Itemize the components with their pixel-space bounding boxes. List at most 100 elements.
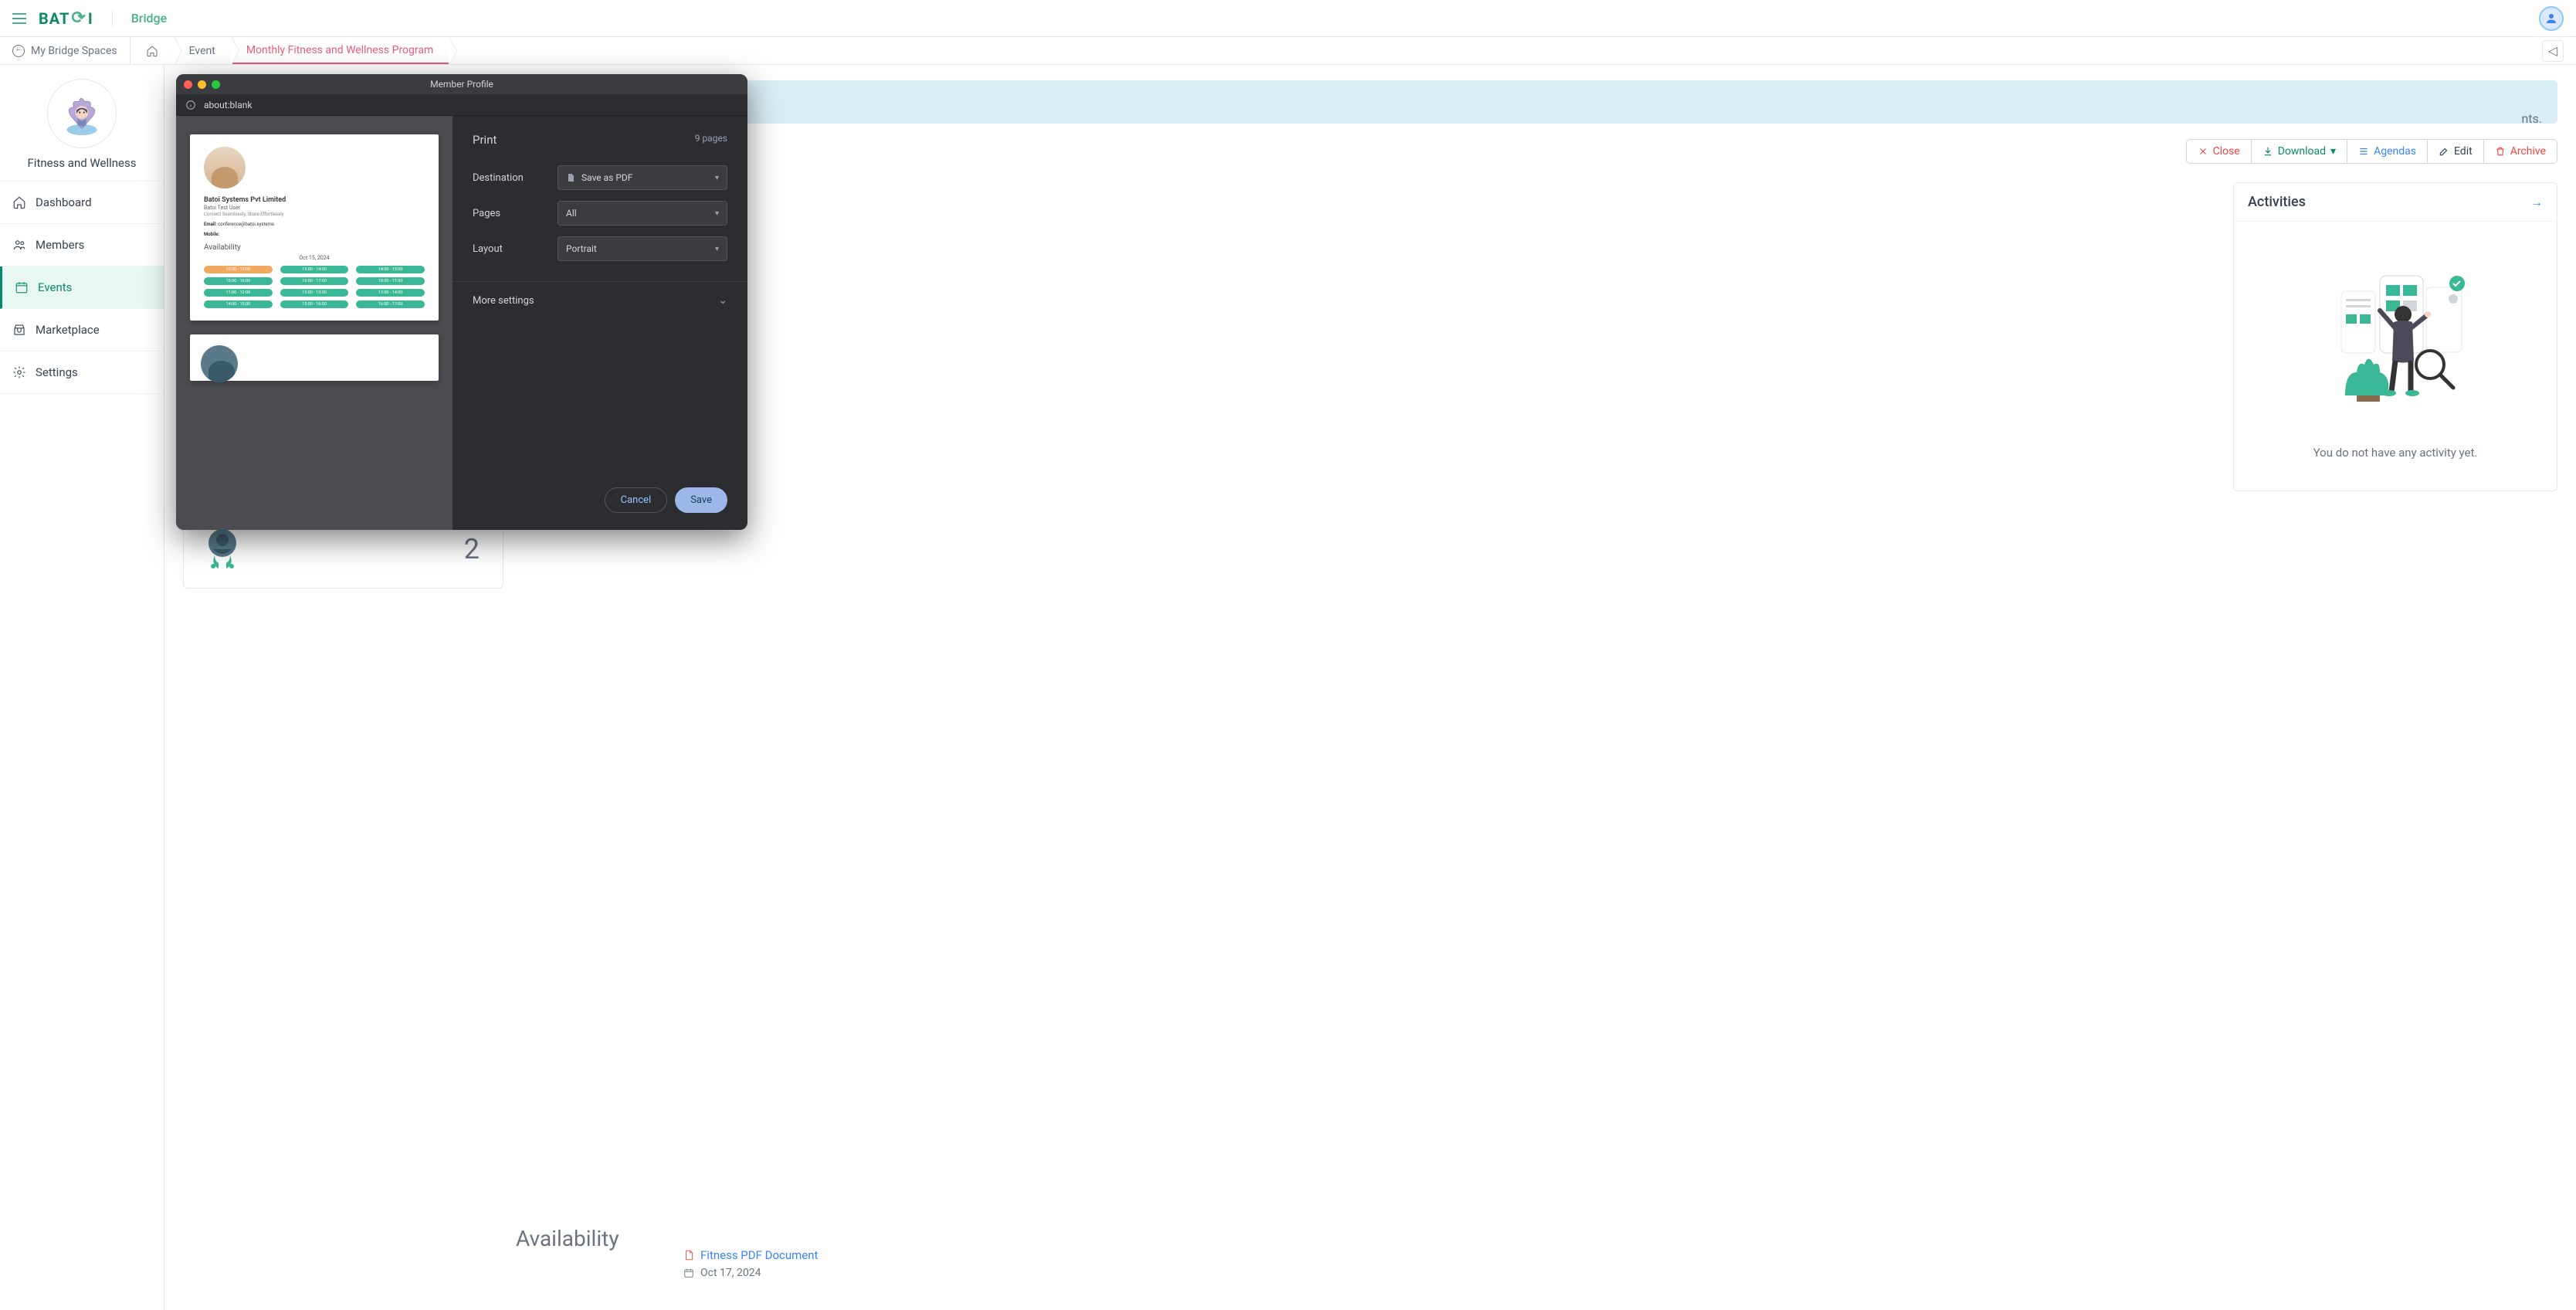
info-icon[interactable] — [185, 100, 196, 110]
calendar-icon — [683, 1268, 694, 1278]
breadcrumb-back[interactable]: My Bridge Spaces — [0, 37, 130, 64]
url-bar: about:blank — [176, 94, 747, 116]
sidebar-item-events[interactable]: Events — [0, 266, 164, 309]
list-icon — [2358, 146, 2369, 157]
time-slot: 16:00 - 17:00 — [356, 300, 425, 308]
sidebar-item-label: Settings — [36, 365, 78, 379]
window-close-icon[interactable] — [184, 80, 192, 89]
file-date: Oct 17, 2024 — [683, 1267, 818, 1279]
sidebar: Fitness and Wellness Dashboard Members E… — [0, 65, 164, 1310]
pdf-icon — [683, 1249, 694, 1261]
profile-photo — [201, 345, 238, 382]
time-slot: 10:00 - 11:00 — [356, 277, 425, 285]
edit-icon — [2439, 146, 2449, 157]
url-text: about:blank — [204, 100, 252, 110]
destination-select[interactable]: Save as PDF — [558, 165, 727, 190]
more-settings-toggle[interactable]: More settings — [473, 291, 727, 310]
card-activities: Activities → — [2233, 182, 2557, 491]
file-row: Fitness PDF Document Oct 17, 2024 — [683, 1248, 818, 1279]
window-titlebar[interactable]: Member Profile — [176, 74, 747, 94]
members-icon — [12, 238, 26, 252]
badge-icon — [199, 526, 246, 572]
activities-title: Activities — [2248, 194, 2306, 210]
space-avatar[interactable] — [47, 79, 117, 148]
breadcrumb: My Bridge Spaces Event Monthly Fitness a… — [0, 37, 2576, 65]
home-icon — [146, 45, 158, 57]
close-icon — [2198, 146, 2208, 157]
file-icon — [566, 172, 575, 183]
breadcrumb-current[interactable]: Monthly Fitness and Wellness Program — [231, 37, 449, 64]
availability-heading: Availability — [516, 1226, 619, 1251]
archive-button[interactable]: Archive — [2484, 139, 2557, 164]
agendas-button[interactable]: Agendas — [2347, 139, 2428, 164]
save-button[interactable]: Save — [675, 487, 727, 513]
time-slot: 14:00 - 15:00 — [204, 300, 273, 308]
close-button[interactable]: Close — [2186, 139, 2252, 164]
banner-text-fragment: nts. — [2521, 111, 2542, 126]
sidebar-item-members[interactable]: Members — [0, 224, 164, 266]
arrow-right-icon[interactable]: → — [2530, 195, 2543, 210]
time-slot: 15:00 - 16:00 — [280, 300, 349, 308]
breadcrumb-home[interactable] — [130, 37, 174, 64]
menu-icon[interactable] — [12, 13, 26, 24]
user-name: Batoi Test User — [204, 205, 425, 211]
print-settings: Print 9 pages Destination Save as PDF Pa… — [452, 116, 747, 530]
sidebar-item-dashboard[interactable]: Dashboard — [0, 182, 164, 224]
back-arrow-icon — [12, 45, 25, 57]
tagline: Connect Seamlessly, Share Effortlessly — [204, 212, 425, 217]
time-slot: 16:00 - 17:00 — [280, 277, 349, 285]
time-slot: 15:00 - 16:00 — [204, 277, 273, 285]
sidebar-item-settings[interactable]: Settings — [0, 351, 164, 394]
logo[interactable]: BAT⟳I — [39, 8, 93, 28]
breadcrumb-event[interactable]: Event — [174, 37, 231, 64]
time-slot: 12:00 - 13:00 — [280, 289, 349, 297]
user-avatar[interactable] — [2539, 6, 2564, 31]
time-slots: 12:00 - 13:00 13:00 - 14:00 14:00 - 15:0… — [204, 266, 425, 308]
download-icon — [2262, 146, 2273, 157]
page-count: 9 pages — [695, 133, 727, 147]
sidebar-item-label: Members — [36, 238, 84, 252]
sidebar-item-marketplace[interactable]: Marketplace — [0, 309, 164, 351]
company-name: Batoi Systems Pvt Limited — [204, 196, 425, 204]
destination-label: Destination — [473, 172, 558, 184]
cancel-button[interactable]: Cancel — [605, 487, 668, 513]
download-button[interactable]: Download ▾ — [2252, 139, 2347, 164]
gear-icon — [12, 365, 26, 379]
time-slot: 13:00 - 14:00 — [356, 289, 425, 297]
availability-label: Availability — [204, 243, 425, 252]
time-slot: 14:00 - 15:00 — [356, 266, 425, 273]
availability-date: Oct 15, 2024 — [204, 255, 425, 261]
sidebar-item-label: Events — [38, 280, 72, 294]
layout-label: Layout — [473, 243, 558, 255]
preview-page-1: Batoi Systems Pvt Limited Batoi Test Use… — [190, 134, 439, 321]
preview-page-2 — [190, 334, 439, 381]
window-maximize-icon[interactable] — [212, 80, 220, 89]
time-slot: 12:00 - 13:00 — [204, 266, 273, 273]
breadcrumb-toggle[interactable]: ◁ — [2542, 40, 2564, 62]
pages-label: Pages — [473, 208, 558, 219]
profile-photo — [204, 147, 246, 188]
print-preview[interactable]: Batoi Systems Pvt Limited Batoi Test Use… — [176, 116, 452, 530]
empty-illustration — [2303, 245, 2488, 430]
breadcrumb-back-label: My Bridge Spaces — [31, 45, 117, 57]
layout-select[interactable]: Portrait — [558, 236, 727, 261]
window-title: Member Profile — [430, 79, 493, 90]
empty-text: You do not have any activity yet. — [2313, 446, 2478, 460]
divider — [112, 9, 113, 28]
pages-select[interactable]: All — [558, 201, 727, 226]
chevron-down-icon: ▾ — [2330, 145, 2336, 158]
marketplace-icon — [12, 323, 26, 337]
time-slot: 11:00 - 12:00 — [204, 289, 273, 297]
trash-icon — [2495, 146, 2506, 157]
sidebar-item-label: Marketplace — [36, 323, 100, 337]
file-link[interactable]: Fitness PDF Document — [683, 1248, 818, 1262]
window-minimize-icon[interactable] — [198, 80, 206, 89]
product-name[interactable]: Bridge — [131, 11, 168, 25]
print-heading: Print — [473, 133, 497, 147]
sidebar-item-label: Dashboard — [36, 195, 92, 209]
edit-button[interactable]: Edit — [2428, 139, 2484, 164]
print-dialog: Member Profile about:blank Batoi Systems… — [176, 74, 747, 530]
topbar: BAT⟳I Bridge — [0, 0, 2576, 37]
space-title: Fitness and Wellness — [28, 156, 137, 170]
count-number: 2 — [464, 533, 480, 565]
